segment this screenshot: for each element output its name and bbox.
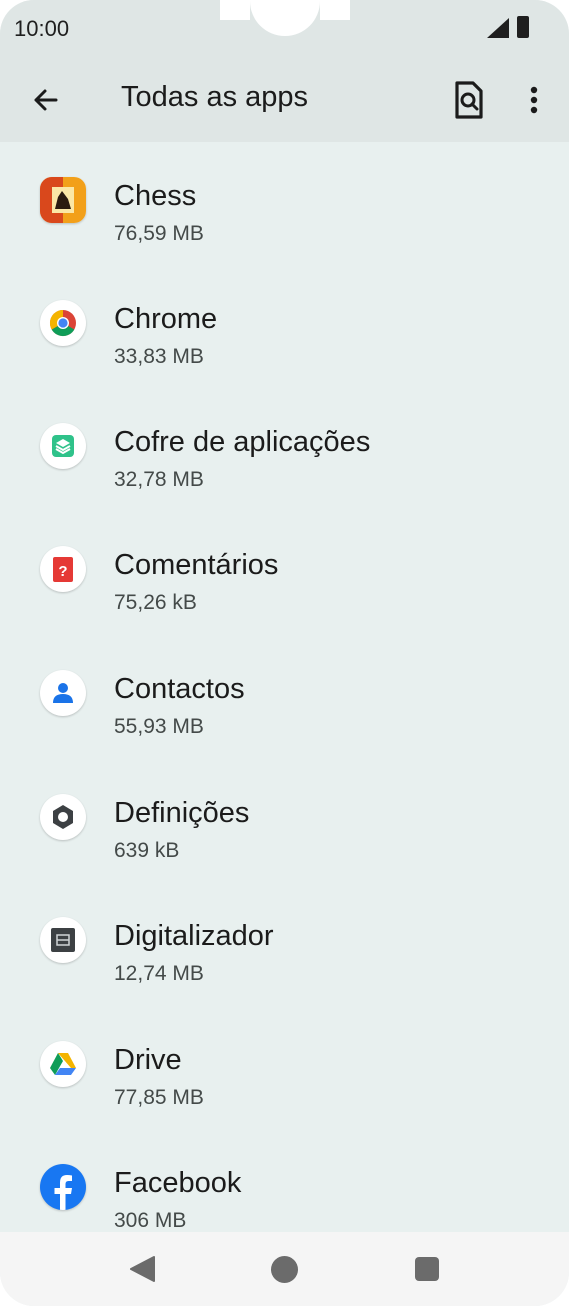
app-list: Chess 76,59 MB Chrome 33,83 MB Cofre de … [0, 142, 569, 1232]
battery-icon [517, 16, 529, 38]
app-row-contacts[interactable]: Contactos 55,93 MB [0, 635, 569, 758]
scanner-icon [40, 917, 86, 963]
app-row-scanner[interactable]: Digitalizador 12,74 MB [0, 882, 569, 1005]
search-apps-icon[interactable] [448, 78, 488, 122]
settings-icon [40, 794, 86, 840]
app-size: 12,74 MB [114, 962, 204, 985]
chess-icon [40, 177, 86, 223]
app-row-drive[interactable]: Drive 77,85 MB [0, 1006, 569, 1129]
app-row-chrome[interactable]: Chrome 33,83 MB [0, 265, 569, 388]
app-name: Chrome [114, 303, 218, 335]
contacts-icon [40, 670, 86, 716]
app-size: 306 MB [114, 1209, 187, 1232]
app-size: 32,78 MB [114, 468, 204, 491]
chrome-icon [40, 300, 86, 346]
page-title: Todas as apps [121, 81, 309, 113]
more-options-icon[interactable] [520, 80, 548, 124]
app-size: 77,85 MB [114, 1086, 204, 1109]
app-name: Cofre de aplicações [114, 426, 371, 458]
app-name: Comentários [114, 549, 279, 581]
phone-screen: 10:00 Todas as apps Chess 76,59 MB Chrom… [0, 0, 569, 1306]
app-name: Definições [114, 797, 250, 829]
app-size: 639 kB [114, 839, 180, 862]
svg-text:?: ? [58, 563, 67, 580]
app-name: Contactos [114, 673, 245, 705]
app-row-facebook[interactable]: Facebook 306 MB [0, 1129, 569, 1232]
nav-home-icon[interactable] [271, 1256, 298, 1283]
status-bar: 10:00 [0, 0, 569, 58]
nav-back-icon[interactable] [128, 1255, 156, 1283]
app-name: Facebook [114, 1167, 242, 1199]
navigation-bar [0, 1232, 569, 1306]
nav-recents-icon[interactable] [415, 1257, 439, 1281]
camera-notch [220, 0, 350, 36]
app-name: Chess [114, 180, 197, 212]
app-bar: Todas as apps [0, 58, 569, 142]
facebook-icon [40, 1164, 86, 1210]
app-row-app-vault[interactable]: Cofre de aplicações 32,78 MB [0, 388, 569, 511]
app-size: 75,26 kB [114, 591, 197, 614]
app-size: 76,59 MB [114, 222, 204, 245]
app-row-chess[interactable]: Chess 76,59 MB [0, 142, 569, 265]
signal-icon [487, 18, 509, 38]
app-row-feedback[interactable]: ? Comentários 75,26 kB [0, 511, 569, 634]
app-row-settings[interactable]: Definições 639 kB [0, 759, 569, 882]
app-vault-icon [40, 423, 86, 469]
back-arrow-icon[interactable] [26, 80, 66, 120]
app-name: Digitalizador [114, 920, 274, 952]
feedback-icon: ? [40, 546, 86, 592]
status-time: 10:00 [14, 16, 70, 41]
app-size: 55,93 MB [114, 715, 204, 738]
app-name: Drive [114, 1044, 182, 1076]
app-size: 33,83 MB [114, 345, 204, 368]
drive-icon [40, 1041, 86, 1087]
